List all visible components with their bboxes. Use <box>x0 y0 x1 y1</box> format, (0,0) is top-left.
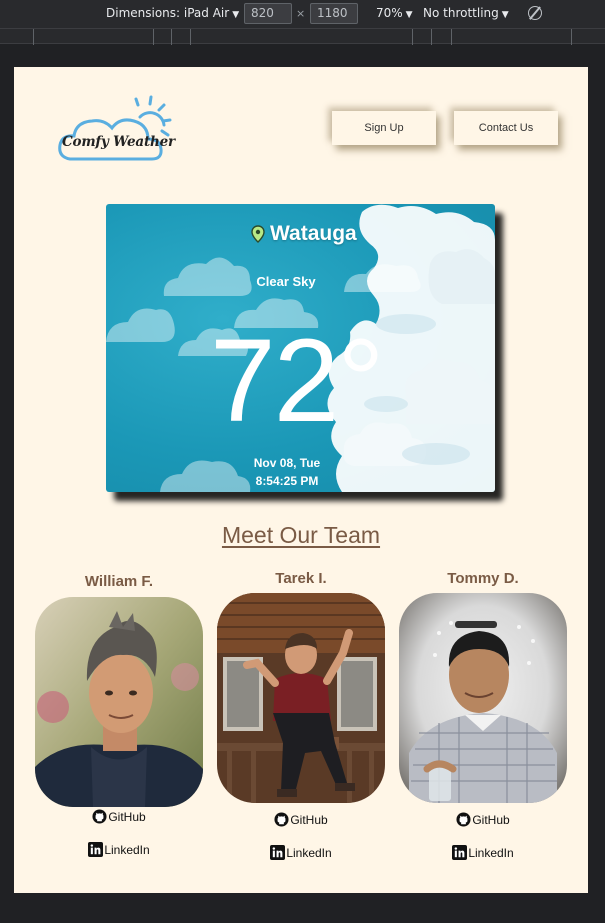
weather-date: Nov 08, Tue <box>253 456 321 470</box>
contact-us-button[interactable]: Contact Us <box>454 111 558 145</box>
member-name: Tarek I. <box>275 570 327 587</box>
member-name: William F. <box>84 573 154 590</box>
rotate-icon[interactable] <box>528 6 542 20</box>
linkedin-icon <box>270 845 286 860</box>
media-query-ruler <box>0 28 605 45</box>
github-icon <box>456 812 471 827</box>
zoom-dropdown[interactable]: 70% ▼ <box>376 6 413 20</box>
times-icon: × <box>296 7 306 20</box>
github-link[interactable]: GitHub <box>217 812 385 827</box>
weather-description: Clear Sky <box>256 274 316 289</box>
linkedin-link[interactable]: LinkedIn <box>399 845 567 860</box>
github-link[interactable]: GitHub <box>35 809 203 824</box>
member-photo <box>217 593 385 803</box>
width-input[interactable]: 820 <box>244 3 292 24</box>
sign-up-button[interactable]: Sign Up <box>332 111 436 145</box>
throttling-dropdown[interactable]: No throttling ▼ <box>423 6 509 20</box>
weather-time: 8:54:25 PM <box>255 474 319 488</box>
temperature-reading: 72° <box>210 315 384 447</box>
linkedin-link[interactable]: LinkedIn <box>35 842 203 857</box>
linkedin-link[interactable]: LinkedIn <box>217 845 385 860</box>
linkedin-icon <box>88 842 104 857</box>
height-input[interactable]: 1180 <box>310 3 358 24</box>
chevron-down-icon: ▼ <box>405 10 413 20</box>
github-icon <box>92 809 107 824</box>
team-section-title: Meet Our Team <box>221 522 381 548</box>
chevron-down-icon: ▼ <box>232 10 240 20</box>
github-icon <box>274 812 289 827</box>
member-photo <box>399 593 567 803</box>
member-photo <box>35 597 203 807</box>
logo-text: Comfy Weather <box>62 134 175 150</box>
weather-card: Watauga Clear Sky 72° Nov 08, Tue 8:54:2… <box>106 204 495 492</box>
location-pin-icon <box>251 225 265 243</box>
github-link[interactable]: GitHub <box>399 812 567 827</box>
devtools-device-toolbar: Dimensions: iPad Air ▼ 820 × 1180 70% ▼ No… <box>0 0 605 28</box>
city-name: Watauga <box>270 222 357 245</box>
chevron-down-icon: ▼ <box>501 10 509 20</box>
member-name: Tommy D. <box>447 570 519 587</box>
dimensions-dropdown[interactable]: Dimensions: iPad Air ▼ <box>106 6 239 20</box>
page-viewport: Comfy Weather Sign Up Contact Us Watauga… <box>14 67 588 893</box>
cloud-sun-logo-icon <box>58 95 172 161</box>
linkedin-icon <box>452 845 468 860</box>
